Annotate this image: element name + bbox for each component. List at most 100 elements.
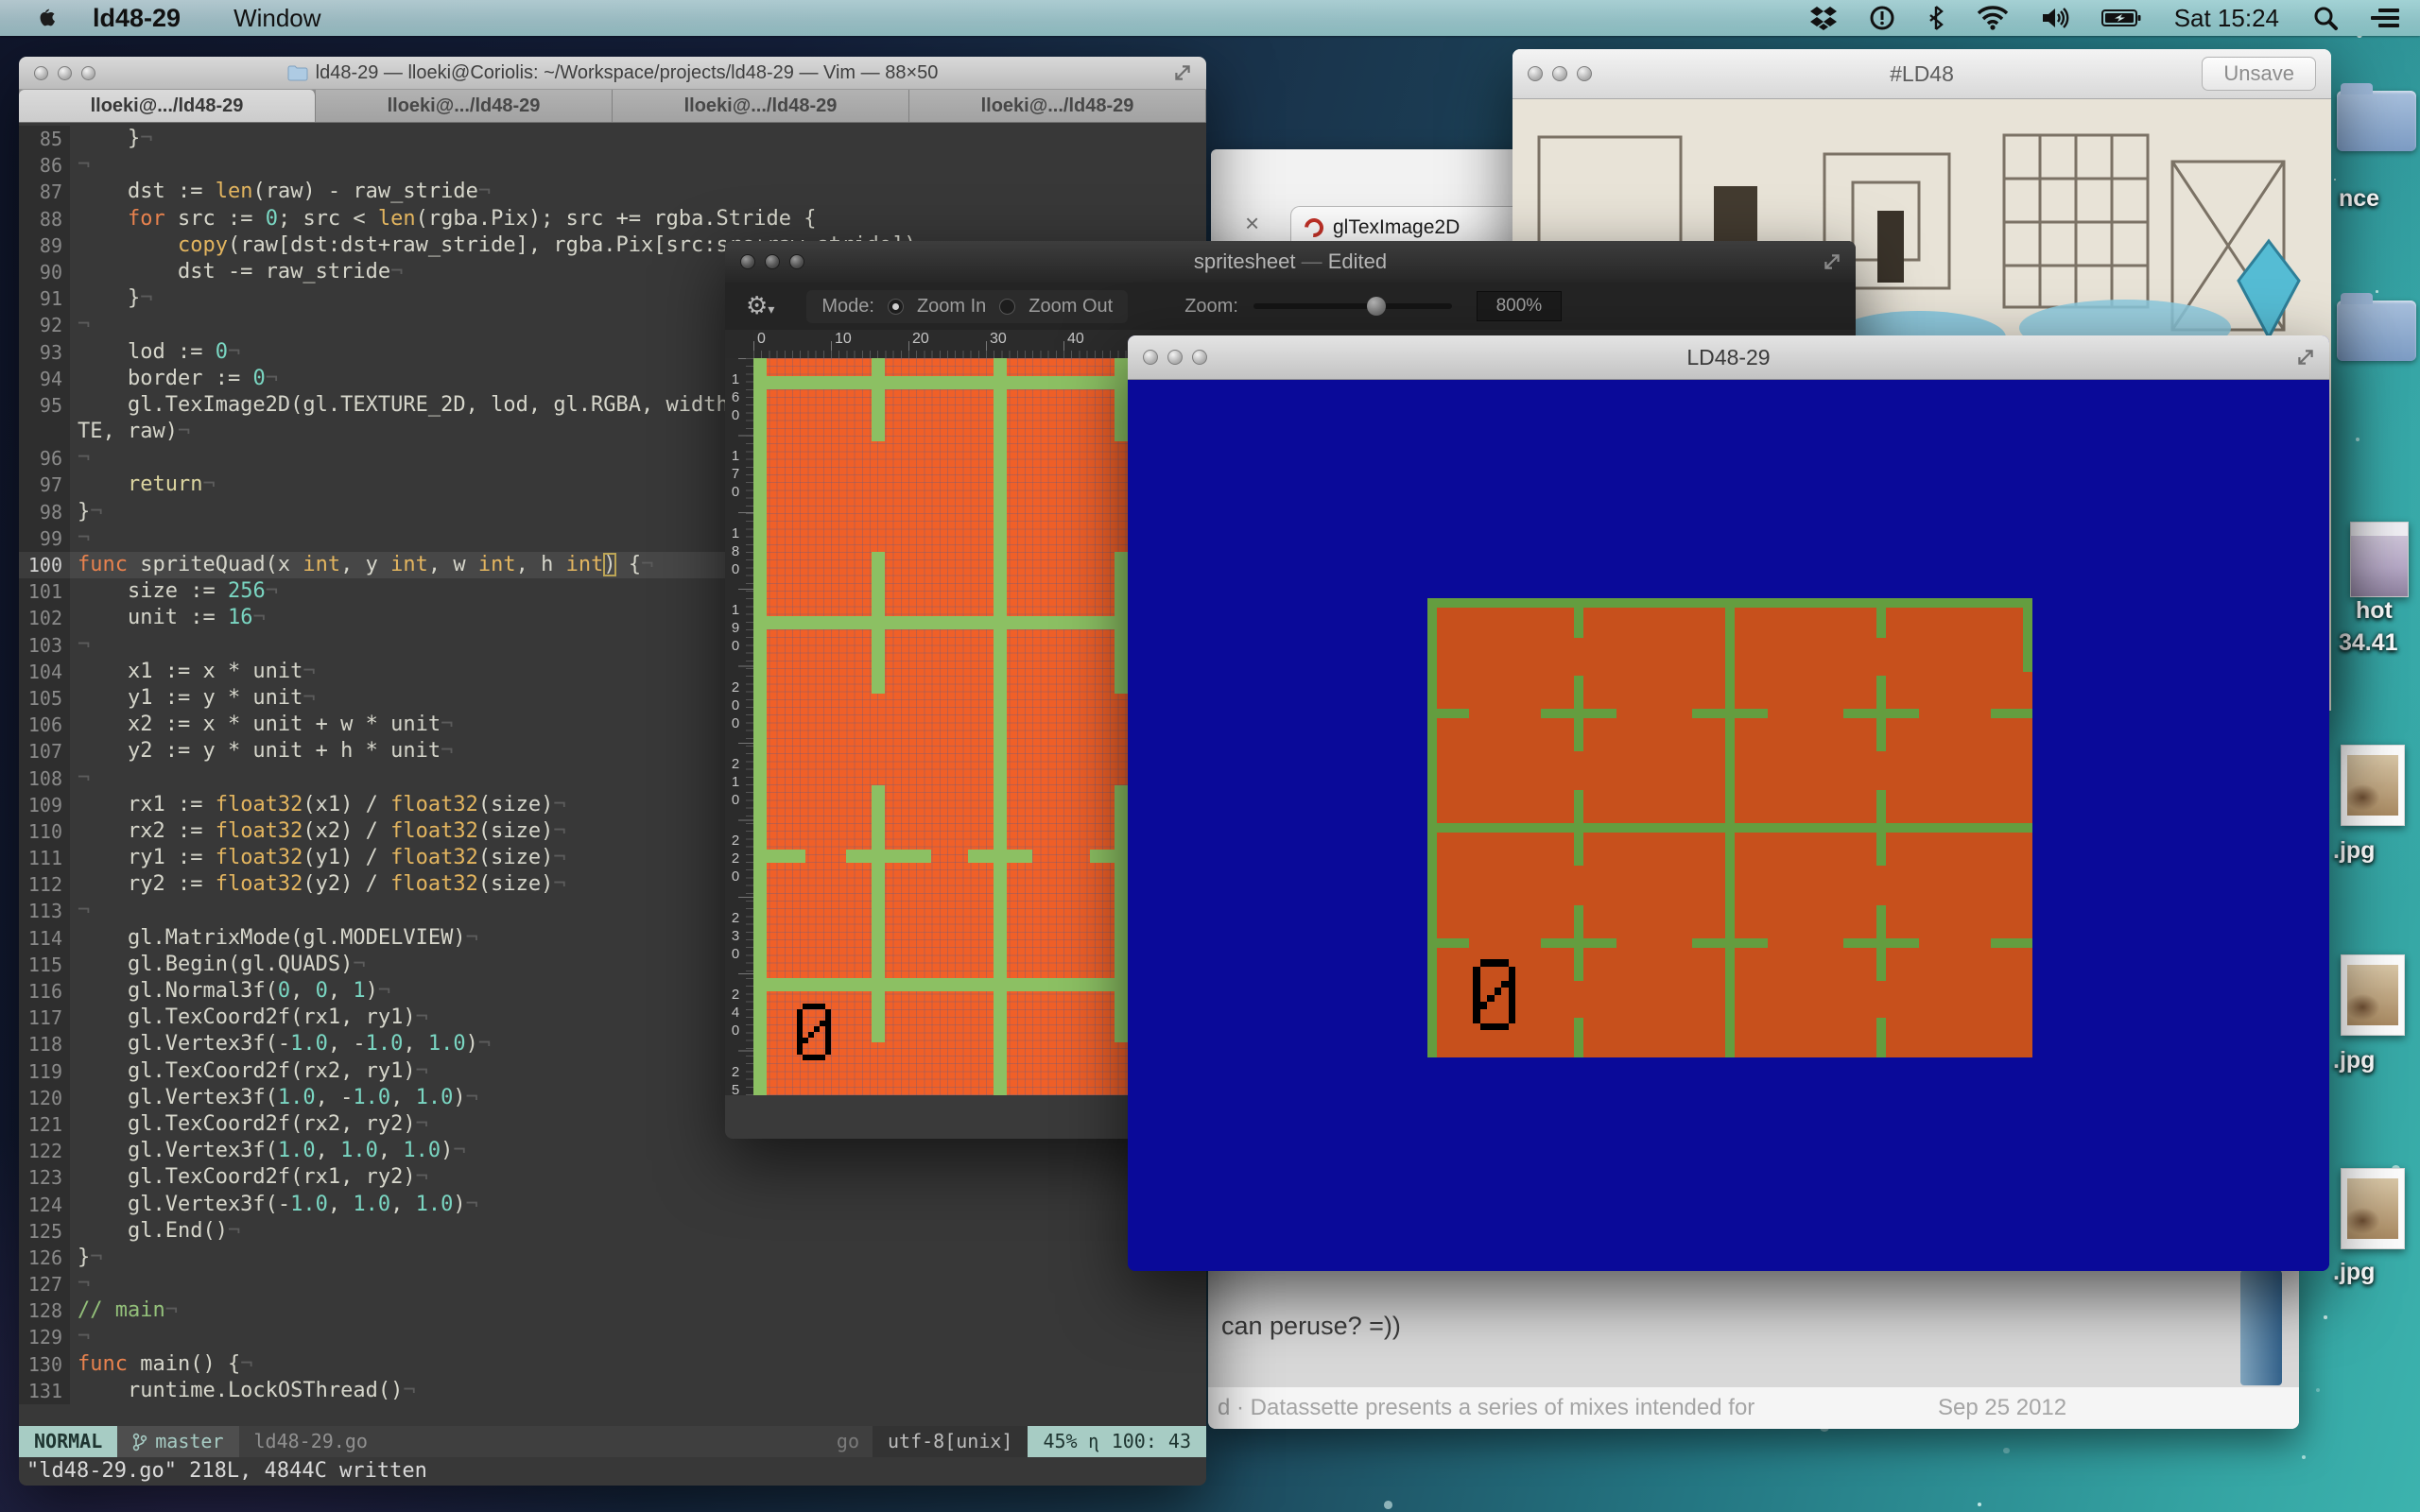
terminal-titlebar[interactable]: ld48-29 — lloeki@Coriolis: ~/Workspace/p… bbox=[19, 57, 1206, 90]
line-number: 96 bbox=[19, 445, 70, 472]
gear-icon[interactable]: ⚙▾ bbox=[746, 292, 774, 320]
window-controls[interactable] bbox=[740, 254, 804, 269]
volume-icon[interactable] bbox=[2041, 6, 2069, 30]
spritesheet-window-title: spritesheet — Edited bbox=[725, 249, 1856, 274]
desktop-icon-label[interactable]: .jpg bbox=[2333, 1259, 2375, 1286]
grid-mark bbox=[1090, 850, 1129, 863]
vim-mode-indicator: NORMAL bbox=[19, 1426, 117, 1457]
wifi-icon[interactable] bbox=[1977, 6, 2009, 30]
menu-item-window[interactable]: Window bbox=[233, 4, 320, 33]
game-window[interactable]: LD48-29 bbox=[1128, 335, 2329, 1271]
grid-mark bbox=[968, 850, 1032, 863]
window-controls[interactable] bbox=[34, 66, 95, 80]
zoom-button[interactable] bbox=[1192, 350, 1207, 365]
line-number: 130 bbox=[19, 1351, 70, 1378]
zoom-button[interactable] bbox=[1577, 66, 1592, 81]
zoom-out-radio[interactable] bbox=[999, 299, 1015, 315]
menu-app-name[interactable]: ld48-29 bbox=[93, 4, 181, 33]
zoom-slider-knob[interactable] bbox=[1367, 297, 1386, 316]
irc-titlebar[interactable]: #LD48 Unsave bbox=[1512, 49, 2331, 99]
terminal-window-title: ld48-29 — lloeki@Coriolis: ~/Workspace/p… bbox=[19, 62, 1206, 84]
desktop-icon-label[interactable]: .jpg bbox=[2333, 837, 2375, 865]
folder-icon[interactable] bbox=[2337, 301, 2416, 361]
vim-encoding: utf-8[unix] bbox=[873, 1426, 1028, 1457]
bluetooth-icon[interactable] bbox=[1927, 5, 1945, 31]
zoom-in-radio[interactable] bbox=[888, 299, 904, 315]
fullscreen-icon[interactable] bbox=[1172, 62, 1193, 83]
fullscreen-icon[interactable] bbox=[1822, 251, 1842, 272]
desktop-icon-label[interactable]: .jpg bbox=[2333, 1047, 2375, 1074]
line-number: 94 bbox=[19, 366, 70, 392]
line-number: 86 bbox=[19, 152, 70, 179]
grid-mark bbox=[1427, 709, 1469, 718]
folder-icon[interactable] bbox=[2337, 91, 2416, 151]
tab-close-icon[interactable]: × bbox=[1245, 209, 1259, 238]
ruler-vertical: 1 6 01 7 01 8 01 9 02 0 02 1 02 2 02 3 0… bbox=[725, 358, 754, 1095]
line-number: 112 bbox=[19, 871, 70, 898]
code-line: 127¬ bbox=[19, 1271, 1206, 1297]
ruler-tick-label: 2 2 0 bbox=[725, 832, 746, 885]
zoom-value-field[interactable]: 800% bbox=[1477, 291, 1562, 321]
grid-mark bbox=[1427, 938, 1469, 948]
zoom-in-label: Zoom In bbox=[917, 296, 986, 318]
grid-mark bbox=[1574, 790, 1583, 866]
notification-center-icon[interactable] bbox=[2371, 7, 2399, 29]
battery-icon[interactable] bbox=[2101, 8, 2141, 28]
grid-mark bbox=[872, 358, 885, 441]
browser-window-fragment[interactable]: × glTexImage2D bbox=[1211, 149, 1538, 248]
photo-icon[interactable] bbox=[2341, 1168, 2405, 1249]
minimize-button[interactable] bbox=[1552, 66, 1567, 81]
window-controls[interactable] bbox=[1528, 66, 1592, 81]
zoom-button[interactable] bbox=[789, 254, 804, 269]
ruler-tick-label: 30 bbox=[990, 331, 1007, 348]
line-number: 110 bbox=[19, 818, 70, 845]
terminal-tab[interactable]: lloeki@.../ld48-29 bbox=[19, 90, 316, 122]
grid-mark bbox=[1427, 823, 2032, 833]
desktop-icon-label[interactable]: 34.41 bbox=[2339, 629, 2398, 657]
photo-icon[interactable] bbox=[2341, 954, 2405, 1036]
vim-statusline: NORMAL master ld48-29.go go utf-8[unix] … bbox=[19, 1426, 1206, 1457]
game-viewport[interactable] bbox=[1128, 380, 2329, 1271]
sync-alert-icon[interactable] bbox=[1869, 5, 1895, 31]
game-titlebar[interactable]: LD48-29 bbox=[1128, 335, 2329, 380]
minimize-button[interactable] bbox=[58, 66, 72, 80]
menu-clock[interactable]: Sat 15:24 bbox=[2174, 4, 2279, 33]
window-controls[interactable] bbox=[1143, 350, 1207, 365]
screenshot-icon[interactable] bbox=[2350, 522, 2409, 597]
zoom-button[interactable] bbox=[81, 66, 95, 80]
close-button[interactable] bbox=[1528, 66, 1543, 81]
grid-mark bbox=[1115, 358, 1128, 441]
git-branch-segment: master bbox=[117, 1426, 238, 1457]
vim-message-line: "ld48-29.go" 218L, 4844C written bbox=[19, 1457, 1206, 1486]
zoom-slider[interactable] bbox=[1253, 303, 1452, 309]
spritesheet-titlebar[interactable]: spritesheet — Edited bbox=[725, 241, 1856, 284]
dropbox-icon[interactable] bbox=[1810, 6, 1837, 30]
spritesheet-toolbar: ⚙▾ Mode: Zoom In Zoom Out Zoom: 800% bbox=[725, 283, 1856, 331]
minimize-button[interactable] bbox=[1167, 350, 1183, 365]
folder-icon bbox=[287, 64, 308, 81]
close-button[interactable] bbox=[1143, 350, 1158, 365]
chat-window-fragment[interactable]: can peruse? =)) d · Datassette presents … bbox=[1208, 1266, 2299, 1429]
apple-menu[interactable] bbox=[32, 4, 57, 32]
ruler-tick-label: 40 bbox=[1067, 331, 1084, 348]
scrollbar-thumb[interactable] bbox=[2240, 1270, 2282, 1385]
desktop-icon-label[interactable]: hot bbox=[2356, 597, 2393, 625]
fullscreen-icon[interactable] bbox=[2295, 347, 2316, 368]
code-line: 87 dst := len(raw) - raw_stride¬ bbox=[19, 179, 1206, 205]
spotlight-icon[interactable] bbox=[2312, 5, 2339, 31]
terminal-tab[interactable]: lloeki@.../ld48-29 bbox=[613, 90, 909, 122]
terminal-tab[interactable]: lloeki@.../ld48-29 bbox=[909, 90, 1206, 122]
line-number: 121 bbox=[19, 1111, 70, 1138]
photo-icon[interactable] bbox=[2341, 745, 2405, 826]
line-number: 119 bbox=[19, 1058, 70, 1085]
terminal-tab[interactable]: lloeki@.../ld48-29 bbox=[316, 90, 613, 122]
desktop-icon-label[interactable]: nce bbox=[2339, 185, 2379, 213]
minimize-button[interactable] bbox=[765, 254, 780, 269]
line-number: 100 bbox=[19, 552, 70, 578]
grid-mark bbox=[1876, 676, 1886, 751]
unsave-button[interactable]: Unsave bbox=[2202, 57, 2316, 91]
opengl-favicon bbox=[1301, 214, 1327, 240]
line-number: 93 bbox=[19, 339, 70, 366]
close-button[interactable] bbox=[740, 254, 755, 269]
close-button[interactable] bbox=[34, 66, 48, 80]
